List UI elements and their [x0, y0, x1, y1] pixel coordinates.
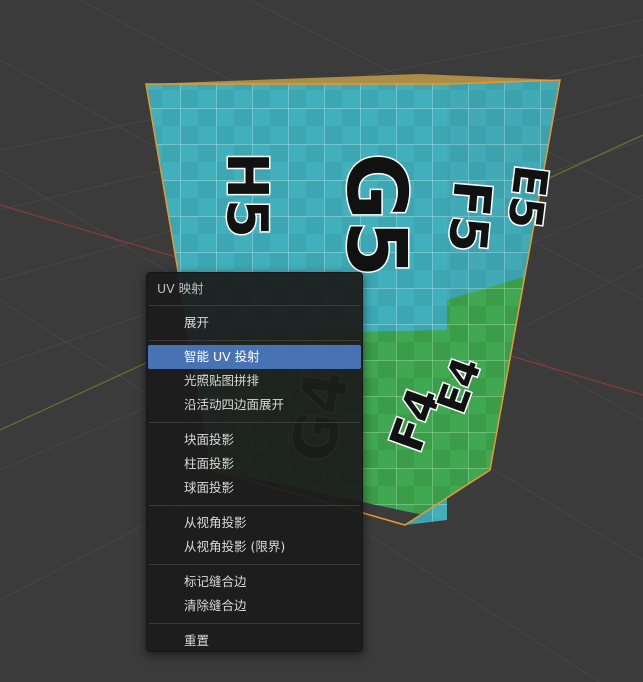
face-label-g5: G5 [328, 153, 423, 277]
menu-item-mark-seam[interactable]: 标记缝合边 [148, 570, 361, 594]
menu-item-project-from-view[interactable]: 从视角投影 [148, 511, 361, 535]
face-label-h5: H5 [214, 152, 279, 238]
menu-item-cube-projection[interactable]: 块面投影 [148, 428, 361, 452]
menu-item-smart-uv-project[interactable]: 智能 UV 投射 [148, 345, 361, 369]
menu-item-project-from-view-bounds[interactable]: 从视角投影 (限界) [148, 535, 361, 559]
menu-item-reset[interactable]: 重置 [148, 629, 361, 653]
menu-item-cylinder-projection[interactable]: 柱面投影 [148, 452, 361, 476]
face-label-f5: F5 [436, 178, 502, 255]
menu-item-unwrap[interactable]: 展开 [148, 311, 361, 335]
menu-title: UV 映射 [157, 281, 204, 296]
menu-item-lightmap-pack[interactable]: 光照贴图拼排 [148, 369, 361, 393]
menu-item-clear-seam[interactable]: 清除缝合边 [148, 594, 361, 618]
menu-item-follow-active-quads[interactable]: 沿活动四边面展开 [148, 393, 361, 417]
uv-mapping-menu: UV 映射 展开 智能 UV 投射 光照贴图拼排 沿活动四边面展开 块面投影 柱… [146, 272, 363, 652]
menu-item-sphere-projection[interactable]: 球面投影 [148, 476, 361, 500]
face-label-e5: E5 [497, 162, 558, 232]
